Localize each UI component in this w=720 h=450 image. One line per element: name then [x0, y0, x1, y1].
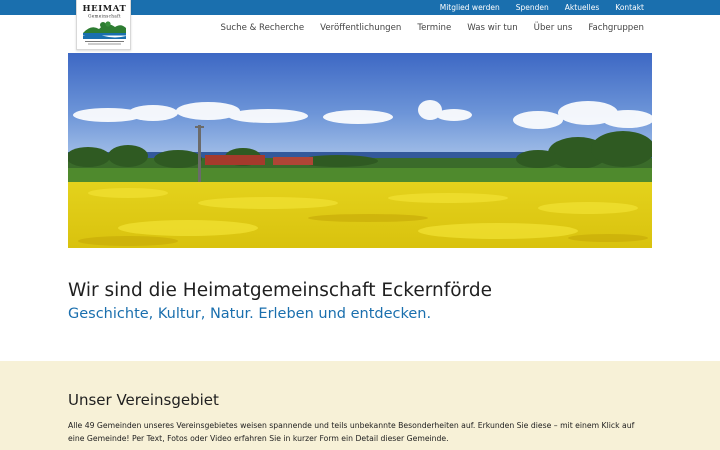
utility-nav: Mitglied werden Spenden Aktuelles Kontak…: [432, 0, 644, 15]
logo-title: HEIMAT: [83, 4, 127, 14]
nav-fachgruppen[interactable]: Fachgruppen: [580, 22, 644, 34]
nav-termine[interactable]: Termine: [409, 22, 459, 34]
nav-ueber-uns[interactable]: Über uns: [526, 22, 581, 34]
hero-image: [68, 53, 652, 248]
region-text: Alle 49 Gemeinden unseres Vereinsgebiete…: [68, 421, 635, 443]
nav-mitglied-werden[interactable]: Mitglied werden: [432, 0, 508, 15]
nav-aktuelles[interactable]: Aktuelles: [557, 0, 607, 15]
nav-veroeffentlichungen[interactable]: Veröffentlichungen: [312, 22, 409, 34]
nav-kontakt[interactable]: Kontakt: [607, 0, 644, 15]
region-section: Unser Vereinsgebiet Alle 49 Gemeinden un…: [0, 361, 720, 450]
page-tagline: Geschichte, Kultur, Natur. Erleben und e…: [68, 306, 432, 322]
nav-was-wir-tun[interactable]: Was wir tun: [459, 22, 525, 34]
nav-suche-recherche[interactable]: Suche & Recherche: [213, 22, 313, 34]
page-headline: Wir sind die Heimatgemeinschaft Eckernfö…: [68, 280, 492, 301]
rapeseed-field-landscape-photo: [68, 53, 652, 248]
heimat-logo-icon: HEIMAT Gemeinschaft: [83, 4, 127, 45]
region-title: Unser Vereinsgebiet: [68, 391, 219, 409]
main-nav: Suche & Recherche Veröffentlichungen Ter…: [213, 22, 645, 34]
nav-spenden[interactable]: Spenden: [508, 0, 557, 15]
site-logo[interactable]: HEIMAT Gemeinschaft: [76, 0, 131, 50]
logo-subtitle: Gemeinschaft: [88, 14, 121, 19]
